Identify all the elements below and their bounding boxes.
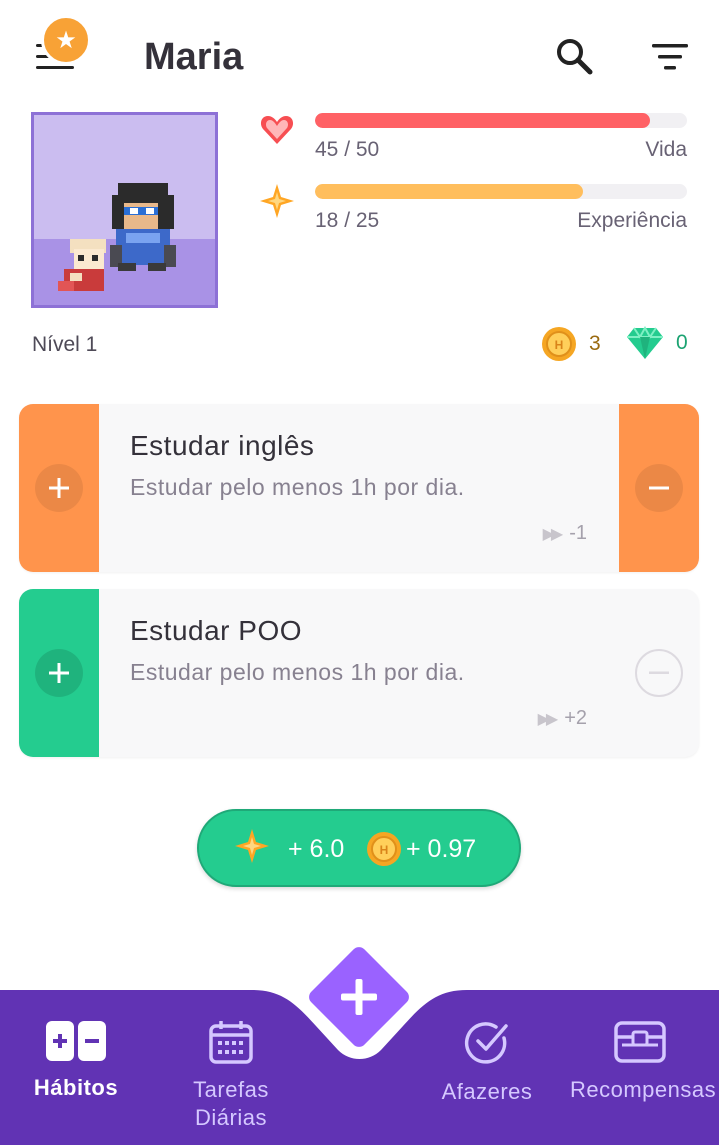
health-label: Vida <box>645 138 687 161</box>
habit-minus-button[interactable] <box>635 649 683 697</box>
reward-exp-value: + 6.0 <box>288 835 345 863</box>
svg-text:H: H <box>555 338 564 352</box>
plus-icon <box>49 663 69 683</box>
health-bar <box>315 113 687 128</box>
nav-habits-label: Hábitos <box>33 1075 119 1100</box>
filter-icon <box>652 44 688 70</box>
avatar[interactable] <box>31 112 218 308</box>
page-title: Maria <box>144 36 244 78</box>
nav-rewards[interactable]: Recompensas <box>570 1020 717 1104</box>
habit-minus-side <box>619 404 699 572</box>
gem-value: 0 <box>676 331 688 354</box>
nav-todos[interactable]: Afazeres <box>431 1020 543 1106</box>
habit-card[interactable]: Estudar inglês Estudar pelo menos 1h por… <box>19 404 699 572</box>
menu-icon-line <box>36 66 74 69</box>
gem-counter: 0 <box>626 326 688 360</box>
nav-habits[interactable]: Hábitos <box>26 1020 126 1102</box>
svg-text:H: H <box>380 843 389 857</box>
gold-coin-icon: H <box>367 832 401 866</box>
habits-screen: ★ Maria 45 / 50 Vida 18 / 25 Experiência… <box>0 0 719 1145</box>
habit-card[interactable]: Estudar POO Estudar pelo menos 1h por di… <box>19 589 699 757</box>
gold-coin-icon: H <box>542 327 576 361</box>
habit-plus-side <box>19 589 99 757</box>
fast-forward-icon: ▶▶ <box>542 525 564 543</box>
experience-star-icon <box>235 829 269 863</box>
minus-icon <box>649 671 669 674</box>
gold-counter: H 3 <box>541 326 601 362</box>
nav-rewards-label: Recompensas <box>570 1077 717 1102</box>
habit-plus-button[interactable] <box>35 649 83 697</box>
gold-value: 3 <box>589 332 601 355</box>
nav-dailies[interactable]: Tarefas Diárias <box>170 1020 292 1132</box>
habit-plus-side <box>19 404 99 572</box>
habit-minus-side <box>619 589 699 757</box>
experience-star-icon <box>260 184 294 218</box>
plus-icon <box>49 478 69 498</box>
filter-button[interactable] <box>648 38 692 78</box>
level-label: Nível 1 <box>32 333 98 356</box>
habit-notes: Estudar pelo menos 1h por dia. <box>130 474 465 500</box>
experience-value: 18 / 25 <box>315 209 380 232</box>
habit-plus-button[interactable] <box>35 464 83 512</box>
fast-forward-icon: ▶▶ <box>537 710 559 728</box>
habit-streak: ▶▶ +2 <box>538 707 587 730</box>
search-button[interactable] <box>552 34 596 78</box>
check-circle-icon <box>464 1022 508 1064</box>
avatar-sprite-icon <box>58 183 176 291</box>
habit-title: Estudar inglês <box>130 430 315 461</box>
habit-streak-value: +2 <box>564 707 587 729</box>
app-header: ★ Maria <box>0 0 719 110</box>
nav-todos-label: Afazeres <box>441 1079 533 1104</box>
add-habit-button[interactable] <box>297 935 421 1059</box>
nav-dailies-label: Tarefas Diárias <box>193 1077 269 1130</box>
reward-gold-value: + 0.97 <box>406 835 477 863</box>
experience-label: Experiência <box>577 209 687 232</box>
search-icon <box>557 39 593 75</box>
habit-streak-value: -1 <box>569 522 587 544</box>
experience-bar <box>315 184 687 199</box>
reward-toast: + 6.0 H + 0.97 <box>197 809 521 887</box>
health-bar-fill <box>315 113 650 128</box>
habits-icon <box>46 1021 106 1061</box>
habit-minus-button[interactable] <box>635 464 683 512</box>
health-value: 45 / 50 <box>315 138 380 161</box>
minus-icon <box>649 486 669 490</box>
treasure-chest-icon <box>614 1021 666 1063</box>
habit-notes: Estudar pelo menos 1h por dia. <box>130 659 465 685</box>
habit-streak: ▶▶ -1 <box>543 522 587 545</box>
habit-title: Estudar POO <box>130 615 303 646</box>
heart-icon <box>260 116 294 144</box>
calendar-icon <box>209 1021 253 1064</box>
experience-bar-fill <box>315 184 583 199</box>
gem-icon <box>627 326 663 359</box>
star-badge-icon: ★ <box>41 15 91 65</box>
fab-diamond-shape <box>304 942 414 1052</box>
